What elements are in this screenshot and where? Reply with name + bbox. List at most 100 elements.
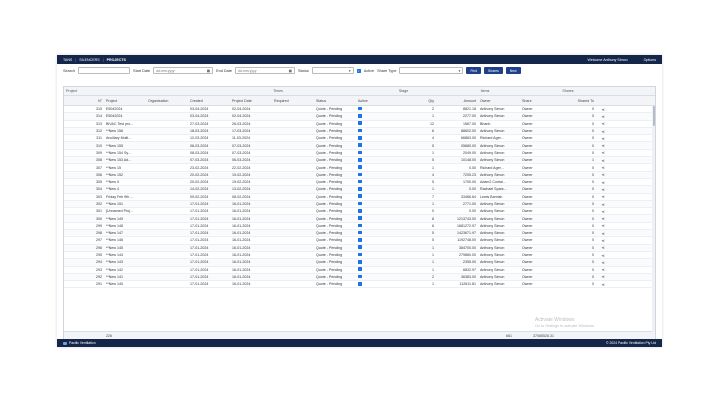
share-icon[interactable]: ⋖ [601,282,604,287]
share-icon[interactable]: ⋖ [601,180,604,185]
active-checkbox[interactable] [358,150,362,155]
share-icon[interactable]: ⋖ [601,245,604,250]
share-icon[interactable]: ⋖ [601,209,604,214]
share-icon[interactable]: ⋖ [601,231,604,236]
active-checkbox[interactable] [358,216,362,220]
table-row[interactable]: 300 **New 149 17-01-2024 16-01-2024 Quote - … [64,215,655,223]
table-row[interactable]: 311 Ancillary Multi... 12-03-2024 11-03-202… [64,135,655,143]
col-number[interactable]: N° [64,99,104,103]
table-row[interactable]: 303 Friday Feb 9th ... 09-02-2024 08-02-202… [64,194,655,201]
col-shared-to[interactable]: Shared To [562,99,596,103]
table-row[interactable]: 296 **New 145 17-01-2024 16-01-2024 Quote - … [64,244,655,252]
share-icon[interactable]: ⋖ [601,194,604,199]
calendar-icon[interactable]: ▦ [207,69,210,73]
new-button[interactable]: New [505,67,521,74]
col-active[interactable]: Active [356,99,396,103]
table-row[interactable]: 312 **New 156 18-03-2024 17-03-2024 Quote - … [64,127,655,136]
nav-item-tans[interactable]: TANS [63,58,72,62]
active-checkbox[interactable] [358,201,362,206]
share-icon[interactable]: ⋖ [601,238,604,243]
share-type-select[interactable]: ▾ [399,67,464,74]
col-project[interactable]: Project [104,99,146,103]
col-amount[interactable]: Amount [436,99,478,103]
share-icon[interactable]: ⋖ [601,274,604,279]
active-checkbox[interactable] [358,274,362,279]
table-row[interactable]: 313 BIVAC Test pro... 27-03-2024 26-03-2024… [64,121,655,128]
active-checkbox[interactable] [358,260,362,264]
end-date-input[interactable]: dd-mm-yyyy ▦ [234,67,295,74]
table-row[interactable]: 298 **New 147 17-01-2024 16-01-2024 Quote - … [64,230,655,238]
col-required[interactable]: Required [272,99,314,103]
active-checkbox[interactable] [358,121,362,126]
col-created[interactable]: Created [188,99,230,103]
table-row[interactable]: 309 **New 154 Sy... 08-03-2024 07-03-2024 Qu… [64,150,655,158]
share-icon[interactable]: ⋖ [601,158,604,163]
share-icon[interactable]: ⋖ [601,114,604,119]
col-qty[interactable]: Qty [396,99,436,103]
active-checkbox[interactable] [358,179,362,184]
calendar-icon[interactable]: ▦ [289,69,292,73]
table-row[interactable]: 295 **New 144 17-01-2024 16-01-2024 Quote - … [64,252,655,260]
active-checkbox[interactable] [358,128,362,133]
start-date-input[interactable]: dd-mm-yyyy ▦ [153,67,214,74]
table-row[interactable]: 293 **New 142 17-01-2024 16-01-2024 Quote - … [64,267,655,274]
col-project-date[interactable]: Project Date [230,99,272,103]
share-icon[interactable]: ⋖ [601,136,604,141]
status-select[interactable]: ▾ [311,67,354,74]
share-icon[interactable]: ⋖ [601,187,604,192]
table-row[interactable]: 304 **New 4 14-02-2024 13-02-2024 Quote - Pe… [64,186,655,194]
table-row[interactable]: 305 **New 0 20-02-2024 19-02-2024 Quote - Pe… [64,179,655,187]
nav-item-projects[interactable]: PROJECTS [107,58,126,62]
active-checkbox[interactable] [358,252,362,257]
share-icon[interactable]: ⋖ [601,150,604,155]
active-checkbox[interactable] [358,209,362,213]
active-checkbox[interactable] [358,238,362,242]
shares-button[interactable]: Shares [484,67,503,74]
table-row[interactable]: 315 E5042024 03-04-2024 02-04-2024 Quote - P… [64,106,655,114]
active-checkbox[interactable] [358,223,362,228]
col-owner[interactable]: Owner [478,99,520,103]
table-row[interactable]: 307 **New 15 23-02-2024 22-02-2024 Quote - P… [64,164,655,172]
table-row[interactable]: 299 **New 148 17-01-2024 16-01-2024 Quote - … [64,223,655,231]
active-checkbox[interactable] [358,143,362,147]
share-icon[interactable]: ⋖ [601,216,604,221]
scrollbar-thumb[interactable] [652,106,655,126]
active-checkbox[interactable] [358,106,362,111]
share-icon[interactable]: ⋖ [601,172,604,177]
nav-item-silencers[interactable]: SILENCERS [79,58,99,62]
table-row[interactable]: 302 **New 151 17-01-2024 16-01-2024 Quote - … [64,200,655,209]
table-row[interactable]: 297 **New 146 17-01-2024 16-01-2024 Quote - … [64,237,655,245]
table-row[interactable]: 306 **New 152 20-02-2024 19-02-2024 Quote - … [64,171,655,179]
active-checkbox[interactable] [358,114,362,118]
share-icon[interactable]: ⋖ [601,253,604,258]
share-icon[interactable]: ⋖ [601,165,604,170]
vertical-scrollbar[interactable] [652,106,655,332]
active-checkbox[interactable] [358,230,362,235]
active-checkbox[interactable] [358,245,362,250]
active-checkbox[interactable] [358,136,362,140]
col-organisation[interactable]: Organisation [146,99,188,103]
table-row[interactable]: 314 E5042024 03-04-2024 02-04-2024 Quote - P… [64,113,655,121]
table-row[interactable]: 310 **New 155 08-03-2024 07-03-2024 Quote - … [64,142,655,150]
options-menu[interactable]: Options [644,58,656,62]
share-icon[interactable]: ⋖ [601,129,604,134]
table-row[interactable]: 301 [Unnamed Proj... 17-01-2024 16-01-2024 Q… [64,208,655,216]
table-row[interactable]: 294 **New 143 17-01-2024 16-01-2024 Quote - … [64,259,655,267]
share-icon[interactable]: ⋖ [601,143,604,148]
share-icon[interactable]: ⋖ [601,267,604,272]
active-checkbox[interactable] [358,187,362,191]
share-icon[interactable]: ⋖ [601,260,604,265]
share-icon[interactable]: ⋖ [601,223,604,228]
search-input[interactable] [78,67,131,74]
active-checkbox[interactable] [358,172,362,177]
table-row[interactable]: 292 **New 141 17-01-2024 16-01-2024 Quote - … [64,273,655,282]
table-row[interactable]: 291 **New 140 17-01-2024 16-01-2024 Quote - … [64,281,655,289]
active-checkbox[interactable] [358,281,362,286]
col-status[interactable]: Status [314,99,356,103]
active-checkbox[interactable] [358,157,362,162]
find-button[interactable]: Find [466,67,482,74]
active-checkbox[interactable] [358,194,362,198]
active-checkbox[interactable] [358,267,362,271]
table-row[interactable]: 308 **New 153 Ad... 07-03-2024 06-03-2024 Qu… [64,157,655,165]
active-checkbox[interactable] [358,165,362,169]
